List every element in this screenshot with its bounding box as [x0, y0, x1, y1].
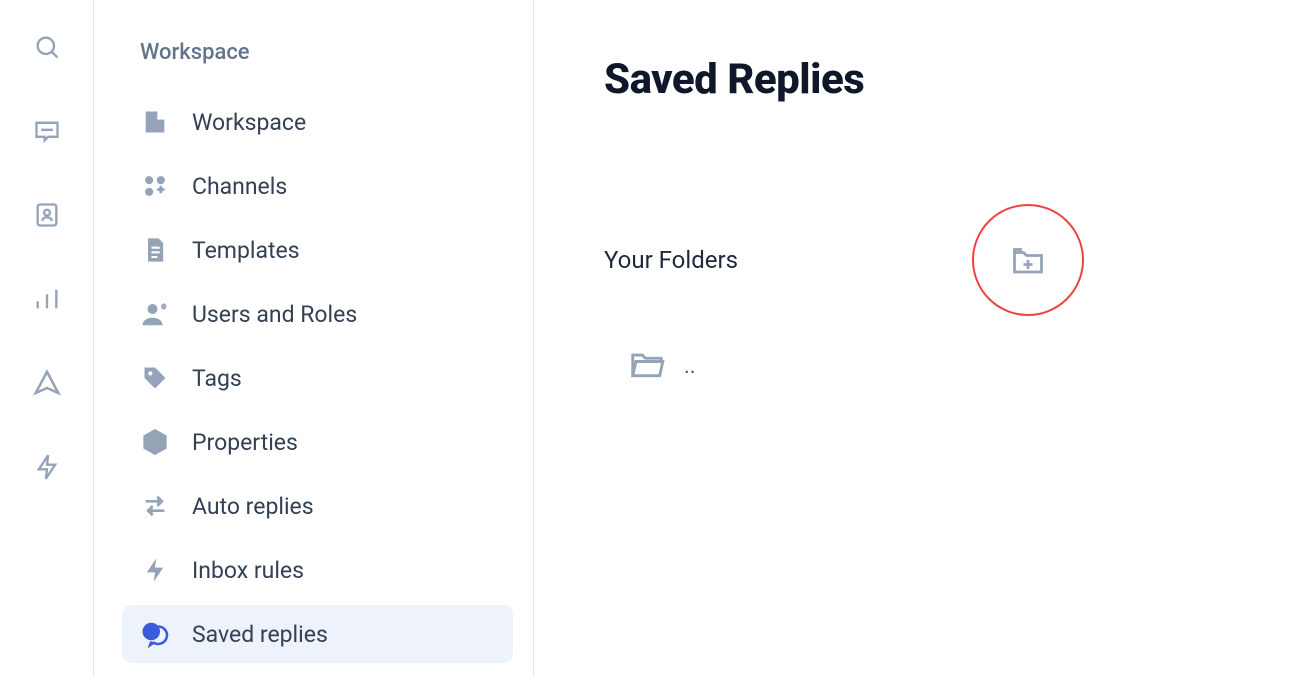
- sidebar-item-get-widget[interactable]: Get widget: [122, 669, 513, 678]
- main-content: Saved Replies Your Folders ..: [534, 0, 1312, 678]
- your-folders-label: Your Folders: [604, 246, 738, 274]
- send-icon[interactable]: [32, 368, 62, 398]
- sidebar-item-tags[interactable]: Tags: [122, 349, 513, 407]
- search-icon[interactable]: [32, 32, 62, 62]
- sidebar-item-properties[interactable]: Properties: [122, 413, 513, 471]
- sidebar-item-channels[interactable]: Channels: [122, 157, 513, 215]
- chat-bubbles-icon: [140, 619, 170, 649]
- sidebar-item-users-roles[interactable]: Users and Roles: [122, 285, 513, 343]
- sidebar-item-label: Properties: [192, 429, 298, 456]
- sidebar-item-label: Auto replies: [192, 493, 314, 520]
- sidebar-item-workspace[interactable]: Workspace: [122, 93, 513, 151]
- add-folder-highlight: [972, 204, 1084, 316]
- lightning-icon[interactable]: [32, 452, 62, 482]
- sidebar-item-inbox-rules[interactable]: Inbox rules: [122, 541, 513, 599]
- iconbar: [0, 0, 94, 678]
- sidebar-item-label: Saved replies: [192, 621, 328, 648]
- sidebar-item-label: Workspace: [192, 109, 306, 136]
- analytics-icon[interactable]: [32, 284, 62, 314]
- sidebar-item-templates[interactable]: Templates: [122, 221, 513, 279]
- parent-folder-link[interactable]: ..: [628, 344, 1242, 388]
- page-title: Saved Replies: [604, 55, 1242, 104]
- document-icon: [140, 235, 170, 265]
- contacts-icon[interactable]: [32, 200, 62, 230]
- sidebar-item-label: Templates: [192, 237, 300, 264]
- sidebar-item-saved-replies[interactable]: Saved replies: [122, 605, 513, 663]
- chat-icon[interactable]: [32, 116, 62, 146]
- sidebar-section-title: Workspace: [140, 40, 513, 65]
- building-icon: [140, 107, 170, 137]
- add-folder-button[interactable]: [1008, 240, 1048, 280]
- sidebar-item-label: Tags: [192, 365, 242, 392]
- cube-icon: [140, 427, 170, 457]
- tag-icon: [140, 363, 170, 393]
- folder-open-icon: [628, 344, 666, 388]
- sidebar-item-label: Channels: [192, 173, 287, 200]
- sidebar-item-label: Users and Roles: [192, 301, 357, 328]
- sidebar: Workspace Workspace Channels Templates U…: [94, 0, 534, 678]
- parent-folder-label: ..: [684, 354, 696, 379]
- apps-icon: [140, 171, 170, 201]
- sidebar-item-auto-replies[interactable]: Auto replies: [122, 477, 513, 535]
- folders-row: Your Folders: [604, 204, 1084, 316]
- swap-icon: [140, 491, 170, 521]
- user-gear-icon: [140, 299, 170, 329]
- sidebar-nav: Workspace Channels Templates Users and R…: [122, 93, 513, 678]
- sidebar-item-label: Inbox rules: [192, 557, 304, 584]
- bolt-icon: [140, 555, 170, 585]
